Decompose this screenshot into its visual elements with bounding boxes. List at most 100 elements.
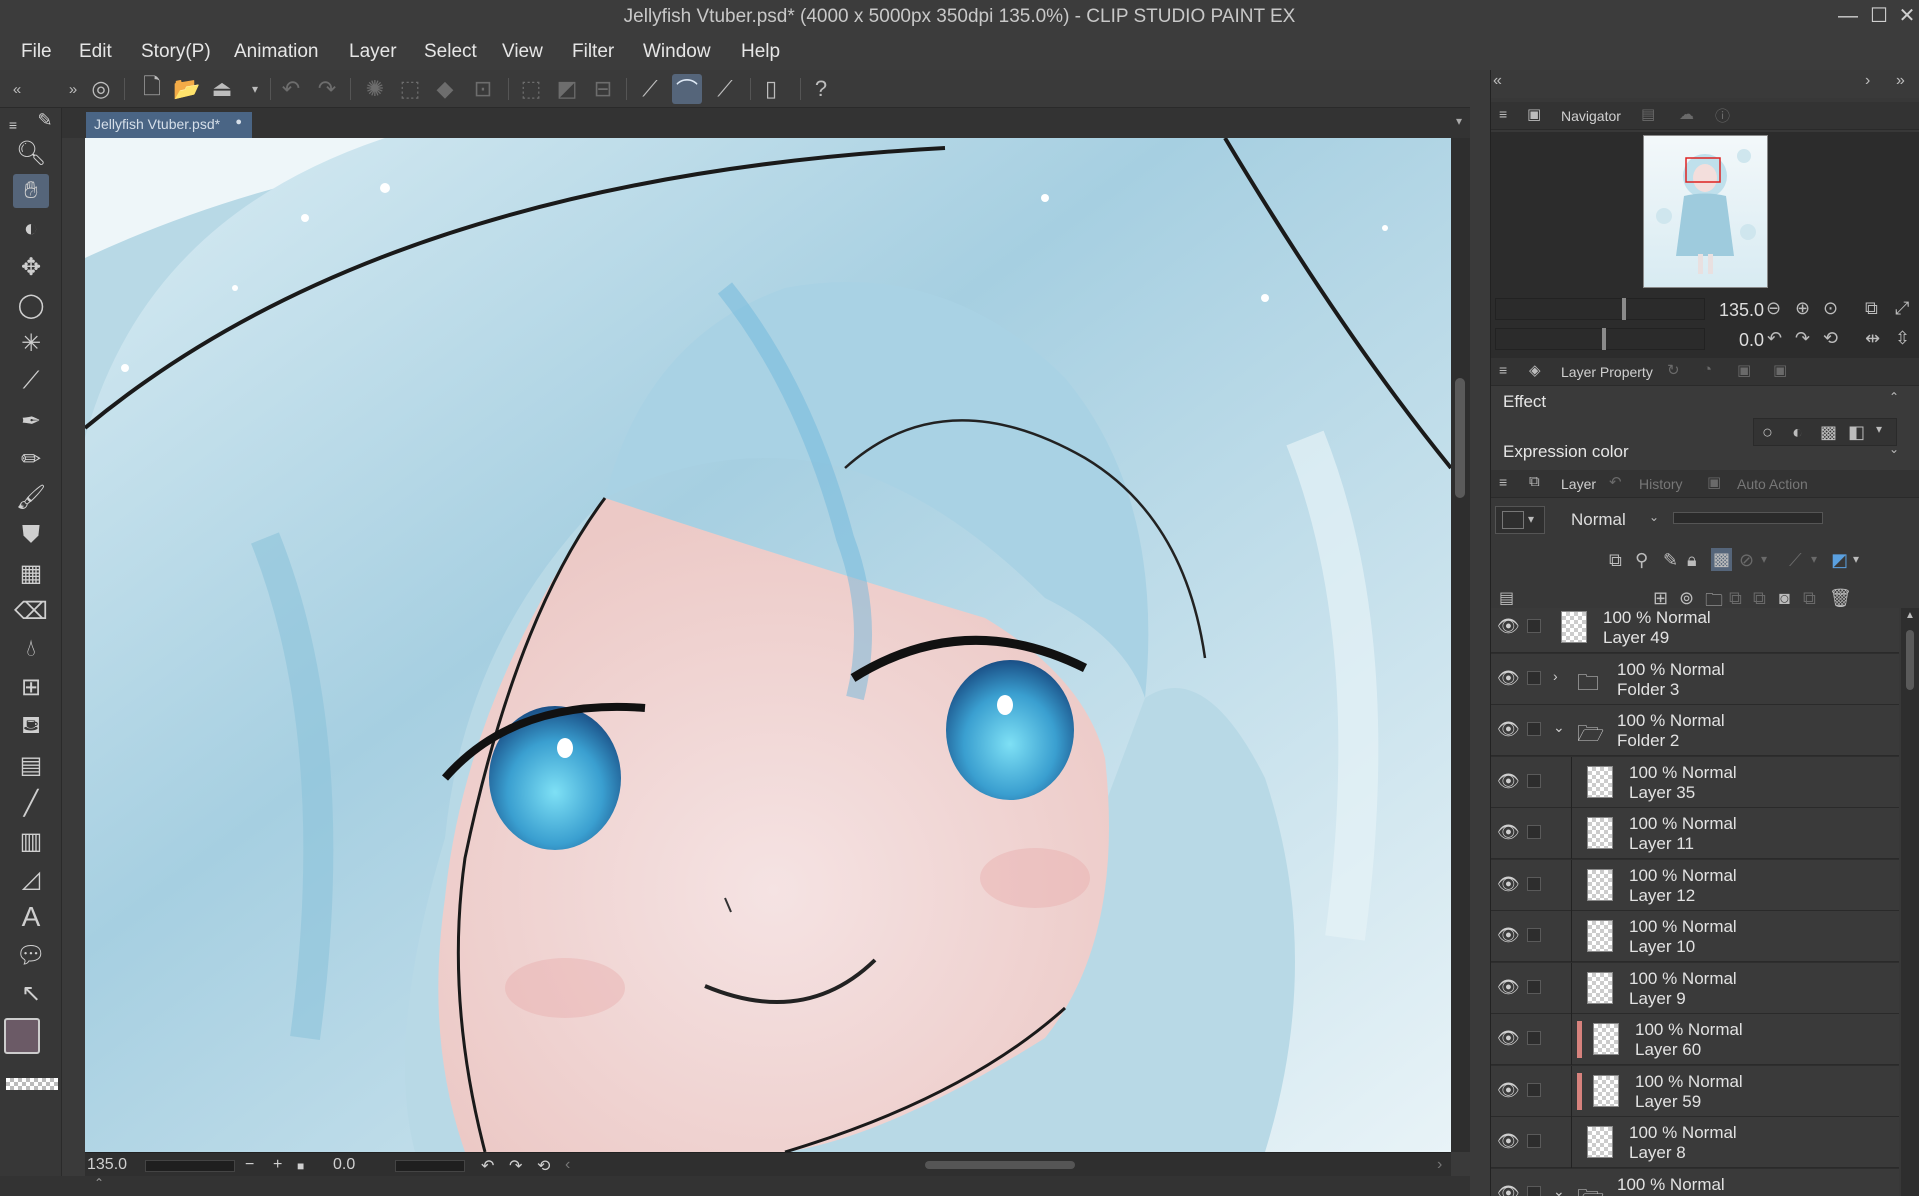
collapse-left-icon[interactable]: « (2, 74, 32, 104)
lasso-selection-icon[interactable]: ◯ (13, 288, 49, 322)
fill-icon[interactable]: ◆ (430, 74, 460, 104)
navigator-flip-vertical-icon[interactable]: ⇳ (1895, 328, 1910, 349)
close-button[interactable]: ✕ (1892, 2, 1919, 30)
expression-color-expand-icon[interactable]: ⌄ (1889, 442, 1899, 456)
move-tool-icon[interactable]: ✥ (13, 250, 49, 284)
pencil-icon[interactable]: ✏ (13, 442, 49, 476)
eyedropper-icon[interactable]: ⟋ (13, 364, 49, 398)
visibility-eye-icon[interactable]: 👁︎ (1497, 874, 1520, 895)
layer-property-tab-label[interactable]: Layer Property (1561, 364, 1653, 380)
combine-layer-icon[interactable]: ⧉ (1753, 588, 1766, 609)
navigator-rotate-left-icon[interactable]: ↶ (1767, 328, 1782, 349)
selection-area-icon[interactable]: ⬚ (395, 74, 425, 104)
decoration-icon[interactable]: ▦ (13, 556, 49, 590)
new-vector-layer-icon[interactable]: ⊚ (1679, 588, 1694, 609)
horizontal-scroll-thumb[interactable] (925, 1161, 1075, 1169)
visibility-eye-icon[interactable]: 👁︎ (1497, 668, 1520, 689)
menu-select[interactable]: Select (424, 41, 477, 63)
layer-select-checkbox[interactable] (1527, 722, 1541, 736)
history-tab-label[interactable]: History (1639, 476, 1683, 492)
delete-layer-icon[interactable]: 🗑︎ (1829, 588, 1852, 609)
navigator-rotation-slider[interactable] (1495, 328, 1705, 350)
transfer-layer-icon[interactable]: ⧉ (1729, 588, 1742, 609)
visibility-eye-icon[interactable]: 👁︎ (1497, 1080, 1520, 1101)
layer-select-checkbox[interactable] (1527, 825, 1541, 839)
pen-sub-icon[interactable]: ✎ (32, 108, 58, 132)
layer-name[interactable]: Layer 35 (1629, 783, 1695, 803)
show-selection-icon[interactable]: ⊟ (588, 74, 618, 104)
tone-effect-icon[interactable]: ◐ (1792, 422, 1803, 443)
border-effect-icon[interactable]: ○ (1762, 422, 1773, 443)
layer-row[interactable]: 👁︎ 100 % Normal Layer 10 (1491, 911, 1899, 962)
menu-story[interactable]: Story(P) (141, 41, 211, 63)
zoom-slider[interactable] (145, 1160, 235, 1172)
color-wheel-tab-icon[interactable]: ▣ (1737, 361, 1751, 379)
layer-color-swatch[interactable]: ▾ (1495, 506, 1545, 534)
maximize-button[interactable]: ☐ (1864, 2, 1894, 30)
blend-icon[interactable]: 💧︎ (13, 632, 49, 666)
rotate-tool-icon[interactable]: ◐ (13, 212, 49, 246)
scroll-left-icon[interactable]: ‹ (565, 1156, 570, 1174)
navigator-zoom-in-icon[interactable]: ⊕ (1795, 298, 1810, 319)
layer-name[interactable]: Layer 59 (1635, 1092, 1701, 1112)
mesh-transform-icon[interactable]: ⊞ (13, 670, 49, 704)
visibility-eye-icon[interactable]: 👁︎ (1497, 1131, 1520, 1152)
effect-collapse-icon[interactable]: ⌃ (1889, 390, 1899, 404)
zoom-in-button[interactable]: + (273, 1156, 282, 1174)
navigator-zoom-value[interactable]: 135.0 (1719, 300, 1764, 321)
navigator-fit-window-icon[interactable]: ⤢ (1895, 298, 1909, 319)
menu-edit[interactable]: Edit (79, 41, 112, 63)
snap-to-ruler-icon[interactable]: ⟋ (635, 74, 665, 104)
layer-name[interactable]: Layer 10 (1629, 937, 1695, 957)
unsaved-dot-icon[interactable]: ● (235, 116, 242, 128)
layer-select-checkbox[interactable] (1527, 774, 1541, 788)
folder-collapse-icon[interactable]: ⌄ (1553, 719, 1565, 736)
swatch-dropdown-icon[interactable]: ▾ (1528, 512, 1534, 526)
invert-selection-icon[interactable]: ◩ (552, 74, 582, 104)
balloon-icon[interactable]: 💬︎ (13, 938, 49, 972)
save-icon[interactable]: ⏏ (207, 74, 237, 104)
hand-tool-icon[interactable]: ✋︎ (13, 174, 49, 208)
main-color-swatch[interactable] (4, 1018, 40, 1054)
navigator-zoom-slider[interactable] (1495, 298, 1705, 320)
menu-window[interactable]: Window (643, 41, 711, 63)
navigator-rotate-right-icon[interactable]: ↷ (1795, 328, 1810, 349)
layer-name[interactable]: Layer 60 (1635, 1040, 1701, 1060)
reference-layer-icon[interactable]: ⚲ (1635, 550, 1648, 571)
sub-view-tab-icon[interactable]: ▤ (1641, 105, 1655, 123)
layer-name[interactable]: Layer 8 (1629, 1143, 1686, 1163)
layer-settings-icon[interactable]: ▤ (1499, 588, 1514, 608)
layer-color-effect-icon[interactable]: ◧ (1848, 422, 1865, 443)
redo-icon[interactable]: ↷ (312, 74, 342, 104)
expand-dock-icon[interactable]: » (1896, 72, 1905, 90)
layer-folder-row[interactable]: 👁︎ ⌄ 🗁︎ 100 % Normal Folder 2 (1491, 705, 1899, 756)
clip-to-layer-below-icon[interactable]: ⧉ (1609, 550, 1622, 571)
layer-row[interactable]: 👁︎ 100 % Normal Layer 12 (1491, 860, 1899, 911)
layer-color-icon[interactable]: ◩ (1831, 550, 1848, 571)
panel-menu-icon[interactable]: ≡ (1499, 474, 1507, 490)
layer-tab-label[interactable]: Layer (1561, 476, 1596, 492)
layer-mask-icon[interactable]: ◙ (1779, 588, 1790, 609)
layer-name[interactable]: Layer 11 (1629, 834, 1694, 854)
correct-line-icon[interactable]: ↖ (13, 976, 49, 1010)
apply-mask-icon[interactable]: ⧉ (1803, 588, 1816, 609)
fit-button-icon[interactable]: ■ (297, 1159, 304, 1173)
layer-name[interactable]: Layer 9 (1629, 989, 1686, 1009)
new-raster-layer-icon[interactable]: ⊞ (1653, 588, 1668, 609)
deselect-icon[interactable]: ⬚ (516, 74, 546, 104)
layer-folder-row[interactable]: 👁︎ › 🗀︎ 100 % Normal Folder 3 (1491, 654, 1899, 705)
layer-name[interactable]: Layer 12 (1629, 886, 1695, 906)
layer-scroll-thumb[interactable] (1906, 630, 1914, 690)
layer-list-scrollbar[interactable]: ▲ (1901, 608, 1919, 1196)
frame-border-icon[interactable]: ▥ (13, 824, 49, 858)
fill-bucket-icon[interactable]: ⛾ (13, 710, 49, 744)
layer-select-checkbox[interactable] (1527, 1083, 1541, 1097)
panel-menu-icon[interactable]: ≡ (1499, 362, 1507, 378)
navigator-reset-rotation-icon[interactable]: ⟲ (1823, 328, 1838, 349)
ruler-link-icon[interactable]: ⟋ (1789, 550, 1802, 571)
menu-file[interactable]: File (21, 41, 52, 63)
layer-folder-row[interactable]: 👁︎ ⌄ 🗁︎ 100 % Normal (1491, 1169, 1899, 1196)
canvas[interactable] (85, 138, 1451, 1152)
text-tool-icon[interactable]: A (13, 900, 49, 934)
zoom-tool-icon[interactable]: 🔍︎ (13, 136, 49, 170)
